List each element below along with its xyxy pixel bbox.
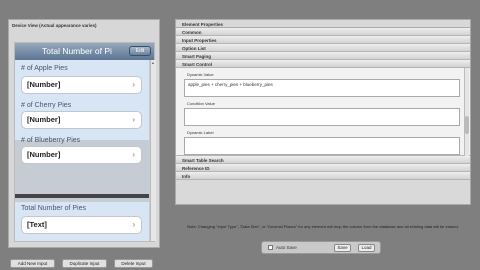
- auto-save-checkbox[interactable]: [268, 245, 273, 250]
- duplicate-input-button[interactable]: Duplicate Input: [62, 259, 107, 268]
- save-button[interactable]: Save: [334, 244, 351, 252]
- section-info[interactable]: Info: [176, 172, 470, 180]
- field-label-apple: # of Apple Pies: [21, 65, 68, 72]
- save-toolbar: Auto Save Save Load: [261, 241, 381, 254]
- field-cherry-pies[interactable]: [Number] ›: [21, 111, 142, 129]
- load-button[interactable]: Load: [358, 244, 375, 252]
- section-smart-control[interactable]: Smart Control: [176, 60, 470, 68]
- device-title-bar: Total Number of Pi Edit: [15, 43, 154, 60]
- dynamic-value-input[interactable]: apple_pies + cherry_pies + blueberry_pie…: [184, 79, 460, 97]
- condition-value-label: Condition Value: [187, 101, 215, 106]
- device-scrollbar[interactable]: ▴: [150, 60, 156, 241]
- chevron-right-icon: ›: [132, 80, 135, 89]
- section-reference-id[interactable]: Reference ID: [176, 164, 470, 172]
- element-properties-panel: Element Properties Common Input Properti…: [175, 19, 471, 205]
- add-new-input-button[interactable]: Add New Input: [10, 259, 55, 268]
- section-smart-table-search[interactable]: Smart Table Search: [176, 156, 470, 164]
- dynamic-value-label: Dynamic Value: [187, 72, 214, 77]
- data-loss-note: Note: Changing "Input Type", "Data Size"…: [187, 224, 459, 229]
- section-common[interactable]: Common: [176, 28, 470, 36]
- field-label-cherry: # of Cherry Pies: [21, 102, 72, 109]
- smart-control-scrollbar[interactable]: [464, 68, 469, 156]
- chevron-right-icon: ›: [132, 220, 135, 229]
- field-label-blueberry: # of Blueberry Pies: [21, 137, 81, 144]
- device-frame: Total Number of Pi Edit # of Apple Pies …: [14, 42, 156, 242]
- field-label-total: Total Number of Pies: [21, 205, 86, 212]
- edit-button[interactable]: Edit: [129, 46, 151, 56]
- field-blueberry-pies[interactable]: [Number] ›: [21, 146, 142, 164]
- device-body: # of Apple Pies [Number] › # of Cherry P…: [15, 60, 156, 241]
- dynamic-label-label: Dynamic Label: [187, 130, 214, 135]
- device-title: Total Number of Pi: [42, 46, 112, 56]
- field-apple-pies[interactable]: [Number] ›: [21, 76, 142, 94]
- dynamic-label-input[interactable]: [184, 137, 460, 155]
- field-total-pies[interactable]: [Text] ›: [21, 216, 142, 234]
- condition-value-input[interactable]: [184, 108, 460, 126]
- delete-input-button[interactable]: Delete Input: [114, 259, 153, 268]
- scroll-up-icon[interactable]: ▴: [152, 61, 156, 65]
- device-view-header: Device View (Actual appearance varies): [12, 23, 97, 28]
- chevron-right-icon: ›: [132, 150, 135, 159]
- chevron-right-icon: ›: [132, 115, 135, 124]
- section-option-list[interactable]: Option List: [176, 44, 470, 52]
- section-divider: [15, 194, 149, 198]
- auto-save-label: Auto Save: [276, 245, 297, 250]
- smart-control-body: Dynamic Value apple_pies + cherry_pies +…: [176, 68, 470, 156]
- section-smart-paging[interactable]: Smart Paging: [176, 52, 470, 60]
- device-view-panel: Device View (Actual appearance varies) T…: [8, 19, 160, 248]
- section-input-properties[interactable]: Input Properties: [176, 36, 470, 44]
- element-properties-header: Element Properties: [176, 20, 470, 28]
- scrollbar-thumb[interactable]: [465, 116, 469, 134]
